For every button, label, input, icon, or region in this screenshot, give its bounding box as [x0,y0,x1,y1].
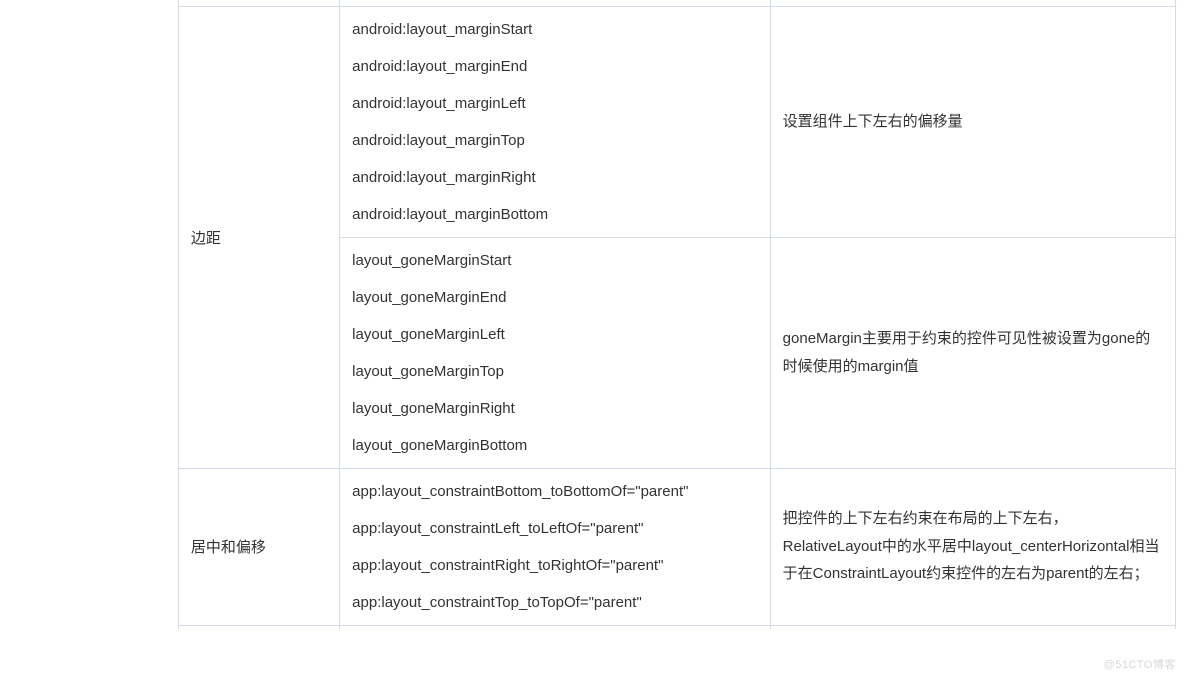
description-text: goneMargin主要用于约束的控件可见性被设置为gone的时候使用的marg… [783,325,1163,381]
attribute-item: android:layout_marginBottom [352,196,758,227]
attribute-table: 边距 android:layout_marginStart android:la… [10,0,1176,629]
table-row: 居中和偏移 app:layout_constraintBottom_toBott… [10,468,1176,625]
category-cell: 居中和偏移 [178,468,339,625]
attribute-item: android:layout_marginLeft [352,85,758,122]
attribute-list-cell: app:layout_constraintBottom_toBottomOf="… [340,468,771,625]
attribute-item: app:layout_constraintRight_toRightOf="pa… [352,547,758,584]
table-row [10,625,1176,629]
attribute-list-cell: android:layout_marginStart android:layou… [340,6,771,237]
attribute-item: app:layout_constraintBottom_toBottomOf="… [352,479,758,510]
attribute-item: android:layout_marginTop [352,122,758,159]
attribute-item: android:layout_marginRight [352,159,758,196]
attribute-item: app:layout_constraintTop_toTopOf="parent… [352,584,758,615]
attribute-item: layout_goneMarginTop [352,353,758,390]
description-text: 设置组件上下左右的偏移量 [783,108,1163,136]
description-cell: 设置组件上下左右的偏移量 [770,6,1175,237]
attribute-item: layout_goneMarginRight [352,390,758,427]
category-cell: 边距 [178,6,339,468]
description-text: 把控件的上下左右约束在布局的上下左右，RelativeLayout中的水平居中l… [783,505,1163,588]
table-row: 边距 android:layout_marginStart android:la… [10,6,1176,237]
attribute-item: android:layout_marginStart [352,17,758,48]
description-cell: 把控件的上下左右约束在布局的上下左右，RelativeLayout中的水平居中l… [770,468,1175,625]
attribute-item: app:layout_constraintLeft_toLeftOf="pare… [352,510,758,547]
attribute-item: layout_goneMarginEnd [352,279,758,316]
attribute-item: android:layout_marginEnd [352,48,758,85]
attribute-item: layout_goneMarginStart [352,248,758,279]
description-cell: goneMargin主要用于约束的控件可见性被设置为gone的时候使用的marg… [770,237,1175,468]
attribute-list-cell: layout_goneMarginStart layout_goneMargin… [340,237,771,468]
category-label: 居中和偏移 [191,539,266,556]
category-label: 边距 [191,230,221,247]
attribute-item: layout_goneMarginLeft [352,316,758,353]
attribute-item: layout_goneMarginBottom [352,427,758,458]
watermark: @51CTO博客 [1104,656,1176,672]
